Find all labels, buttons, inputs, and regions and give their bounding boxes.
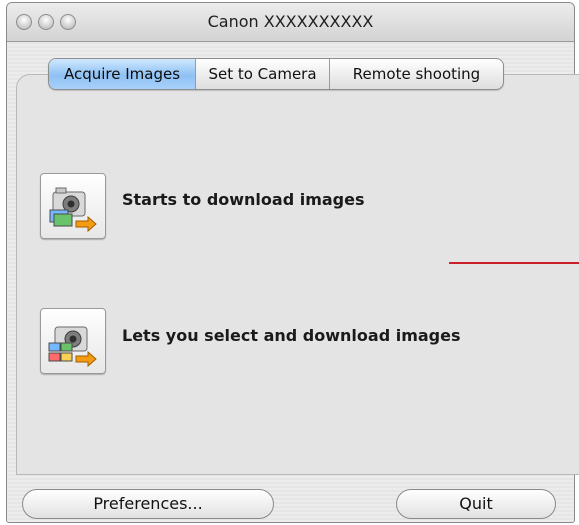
tab-set-to-camera[interactable]: Set to Camera <box>196 59 330 89</box>
annotation-line <box>449 262 579 264</box>
download-images-label: Starts to download images <box>122 190 365 209</box>
tab-acquire-images[interactable]: Acquire Images <box>49 59 196 89</box>
select-download-images-label: Lets you select and download images <box>122 326 461 345</box>
tab-bar: Acquire Images Set to Camera Remote shoo… <box>48 58 504 90</box>
camera-select-download-icon <box>48 326 97 368</box>
camera-download-icon <box>49 187 97 233</box>
tab-remote-shooting[interactable]: Remote shooting <box>330 59 503 89</box>
window-title: Canon XXXXXXXXXX <box>207 12 374 31</box>
select-download-images-button[interactable] <box>40 308 106 374</box>
title-bar[interactable]: Canon XXXXXXXXXX <box>7 3 574 42</box>
quit-button[interactable]: Quit <box>396 489 556 519</box>
preferences-button[interactable]: Preferences... <box>22 489 274 519</box>
download-images-button[interactable] <box>40 173 106 239</box>
tab-content-panel <box>16 74 579 475</box>
